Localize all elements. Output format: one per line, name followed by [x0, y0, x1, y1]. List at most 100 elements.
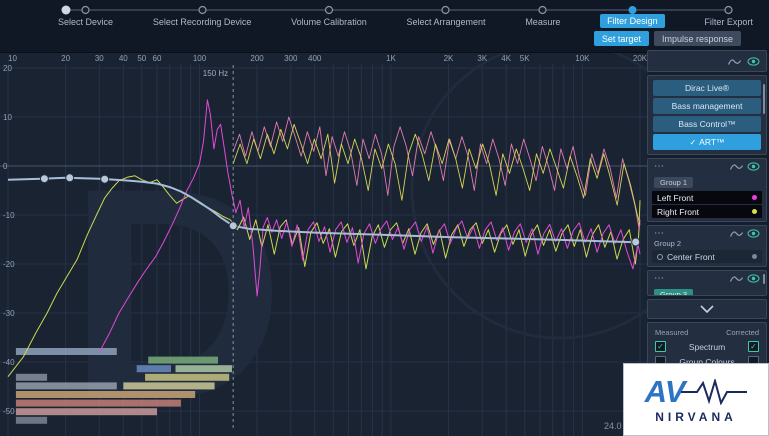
db-tick-label: -50: [3, 407, 15, 416]
eye-icon[interactable]: [747, 57, 760, 66]
measured-column-label: Measured: [655, 328, 688, 337]
scrollbar-thumb[interactable]: [763, 84, 765, 114]
db-tick-label: 0: [3, 162, 8, 171]
bass-band-bar: [16, 417, 47, 424]
freq-tick-label: 2K: [444, 54, 454, 63]
target-control-point[interactable]: [40, 175, 48, 183]
freq-tick-label: 100: [193, 54, 207, 63]
av-nirvana-logo: AV NIRVANA: [623, 363, 769, 436]
freq-tick-label: 40: [119, 54, 128, 63]
bass-band-bar: [123, 382, 214, 389]
channel-center-front[interactable]: Center Front: [652, 250, 762, 263]
crossover-label: 150 Hz: [203, 69, 228, 78]
eye-icon[interactable]: [747, 162, 760, 171]
display-option-label: Spectrum: [670, 342, 744, 352]
freq-tick-label: 10: [8, 54, 17, 63]
bass-band-bar: [16, 408, 157, 415]
group-panel-group-2: ⋯Group 2 Center Front: [647, 225, 767, 267]
group-name-chip[interactable]: Group 1: [654, 177, 693, 188]
scrollbar-thumb[interactable]: [763, 274, 765, 284]
db-tick-label: -30: [3, 309, 15, 318]
eye-icon[interactable]: [747, 274, 760, 283]
speaker-ring-icon: [657, 254, 663, 260]
channel-label: Center Front: [667, 252, 715, 262]
module-label: ART™: [699, 137, 724, 147]
chart-footer-value: 24.0: [604, 421, 622, 431]
channel-color-dot: [752, 195, 757, 200]
group-panel-group-1: ⋯ Group 1 Left Front Right Front: [647, 158, 767, 222]
check-icon: ✓: [689, 138, 696, 147]
logo-av-row: AV: [645, 375, 748, 409]
module-label: Dirac Live®: [685, 83, 729, 93]
bass-band-bar: [137, 365, 171, 372]
target-control-point[interactable]: [66, 174, 74, 182]
freq-tick-label: 20: [61, 54, 70, 63]
freq-tick-label: 50: [137, 54, 146, 63]
module-bass-management[interactable]: Bass management: [653, 98, 761, 114]
sidebar-master-panel: [647, 50, 767, 72]
freq-tick-label: 400: [308, 54, 322, 63]
module-art[interactable]: ✓ART™: [653, 134, 761, 150]
channel-color-dot: [752, 209, 757, 214]
db-tick-label: 10: [3, 113, 12, 122]
freq-tick-label: 1K: [386, 54, 396, 63]
step-measure[interactable]: Measure: [525, 17, 560, 27]
bass-band-bar: [16, 400, 181, 407]
tab-impulse-response[interactable]: Impulse response: [654, 31, 741, 46]
display-option-row: ✓ Spectrum ✓: [650, 339, 764, 354]
freq-tick-label: 60: [153, 54, 162, 63]
channel-right-front[interactable]: Right Front: [652, 205, 762, 218]
freq-tick-label: 20K: [633, 54, 648, 63]
curves-icon[interactable]: [730, 162, 743, 171]
dirac-live-app: Select Device Select Recording Device Volu…: [0, 0, 769, 436]
eye-icon[interactable]: [747, 229, 760, 238]
measured-checkbox[interactable]: ✓: [655, 341, 666, 352]
channel-left-front[interactable]: Left Front: [652, 191, 762, 204]
modules-panel: Dirac Live® Bass management Bass Control™ ✓…: [647, 75, 767, 155]
channel-label: Right Front: [657, 207, 699, 217]
more-options-icon[interactable]: ⋯: [654, 275, 665, 283]
curves-icon[interactable]: [728, 57, 741, 66]
db-tick-label: -40: [3, 358, 15, 367]
stepper-steps: Select Device Select Recording Device Volu…: [58, 3, 753, 28]
target-control-point[interactable]: [101, 175, 109, 183]
channel-label: Left Front: [657, 193, 693, 203]
module-bass-control[interactable]: Bass Control™: [653, 116, 761, 132]
more-options-icon[interactable]: ⋯: [654, 230, 665, 238]
corrected-checkbox[interactable]: ✓: [748, 341, 759, 352]
db-tick-label: -20: [3, 260, 15, 269]
target-control-point[interactable]: [632, 238, 640, 246]
tab-set-target[interactable]: Set target: [594, 31, 649, 46]
step-filter-design[interactable]: Filter Design: [600, 14, 665, 28]
waveform-icon: [681, 379, 747, 405]
group-panel-group-3: ⋯ Group 3: [647, 270, 767, 296]
logo-av-text: AV: [645, 377, 686, 407]
bass-band-bar: [16, 382, 117, 389]
db-tick-label: 20: [3, 64, 12, 73]
freq-tick-label: 5K: [520, 54, 530, 63]
step-volume-calibration[interactable]: Volume Calibration: [291, 17, 367, 27]
freq-tick-label: 300: [284, 54, 298, 63]
bass-band-bar: [176, 365, 233, 372]
step-filter-export[interactable]: Filter Export: [704, 17, 753, 27]
step-select-device[interactable]: Select Device: [58, 17, 113, 27]
group-name-chip[interactable]: Group 3: [654, 289, 693, 296]
step-select-recording-device[interactable]: Select Recording Device: [153, 17, 252, 27]
frequency-response-chart[interactable]: D150 Hz1020304050601002003004001K2K3K4K5…: [0, 52, 648, 436]
target-control-point[interactable]: [229, 222, 237, 230]
corrected-column-label: Corrected: [726, 328, 759, 337]
scroll-down-button[interactable]: [647, 299, 767, 319]
bass-band-bar: [148, 357, 218, 364]
bass-band-bar: [16, 374, 47, 381]
db-tick-label: -10: [3, 211, 15, 220]
bass-band-bar: [16, 348, 117, 355]
group-name: Group 2: [654, 239, 760, 248]
more-options-icon[interactable]: ⋯: [654, 163, 665, 171]
module-dirac-live[interactable]: Dirac Live®: [653, 80, 761, 96]
module-label: Bass Control™: [678, 119, 735, 129]
chevron-down-icon: [700, 305, 714, 313]
step-select-arrangement[interactable]: Select Arrangement: [406, 17, 485, 27]
curves-icon[interactable]: [730, 274, 743, 283]
bass-band-bar: [16, 391, 195, 398]
curves-icon[interactable]: [730, 229, 743, 238]
